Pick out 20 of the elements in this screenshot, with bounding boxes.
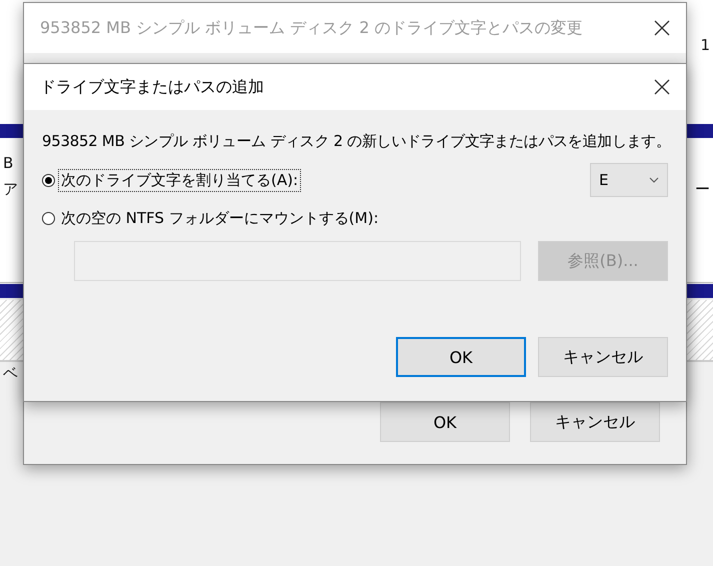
radio-option[interactable]: 次のドライブ文字を割り当てる(A):: [42, 170, 300, 190]
close-icon: [654, 20, 670, 36]
cancel-button[interactable]: キャンセル: [530, 402, 660, 442]
background-text: ー: [695, 179, 710, 200]
ok-button[interactable]: OK: [380, 402, 510, 442]
chevron-icon: [649, 177, 659, 183]
close-button[interactable]: [652, 77, 672, 97]
description-text: 953852 MB シンプル ボリューム ディスク 2 の新しいドライブ文字またはパスを追加します。: [42, 132, 668, 151]
ok-button[interactable]: OK: [396, 337, 526, 377]
drive-letter-dropdown[interactable]: E: [590, 163, 668, 197]
background-text: B: [3, 153, 14, 174]
background-text: 1: [700, 35, 710, 56]
background-text: ア: [3, 179, 18, 200]
window-title: 953852 MB シンプル ボリューム ディスク 2 のドライブ文字とパスの変更: [40, 18, 583, 38]
radio-option[interactable]: 次の空の NTFS フォルダーにマウントする(M):: [42, 208, 381, 228]
background-text: ベ: [3, 363, 18, 384]
close-button[interactable]: [652, 18, 672, 38]
dialog-title: ドライブ文字またはパスの追加: [40, 76, 264, 98]
cancel-button[interactable]: キャンセル: [538, 337, 668, 377]
close-icon: [654, 79, 670, 95]
